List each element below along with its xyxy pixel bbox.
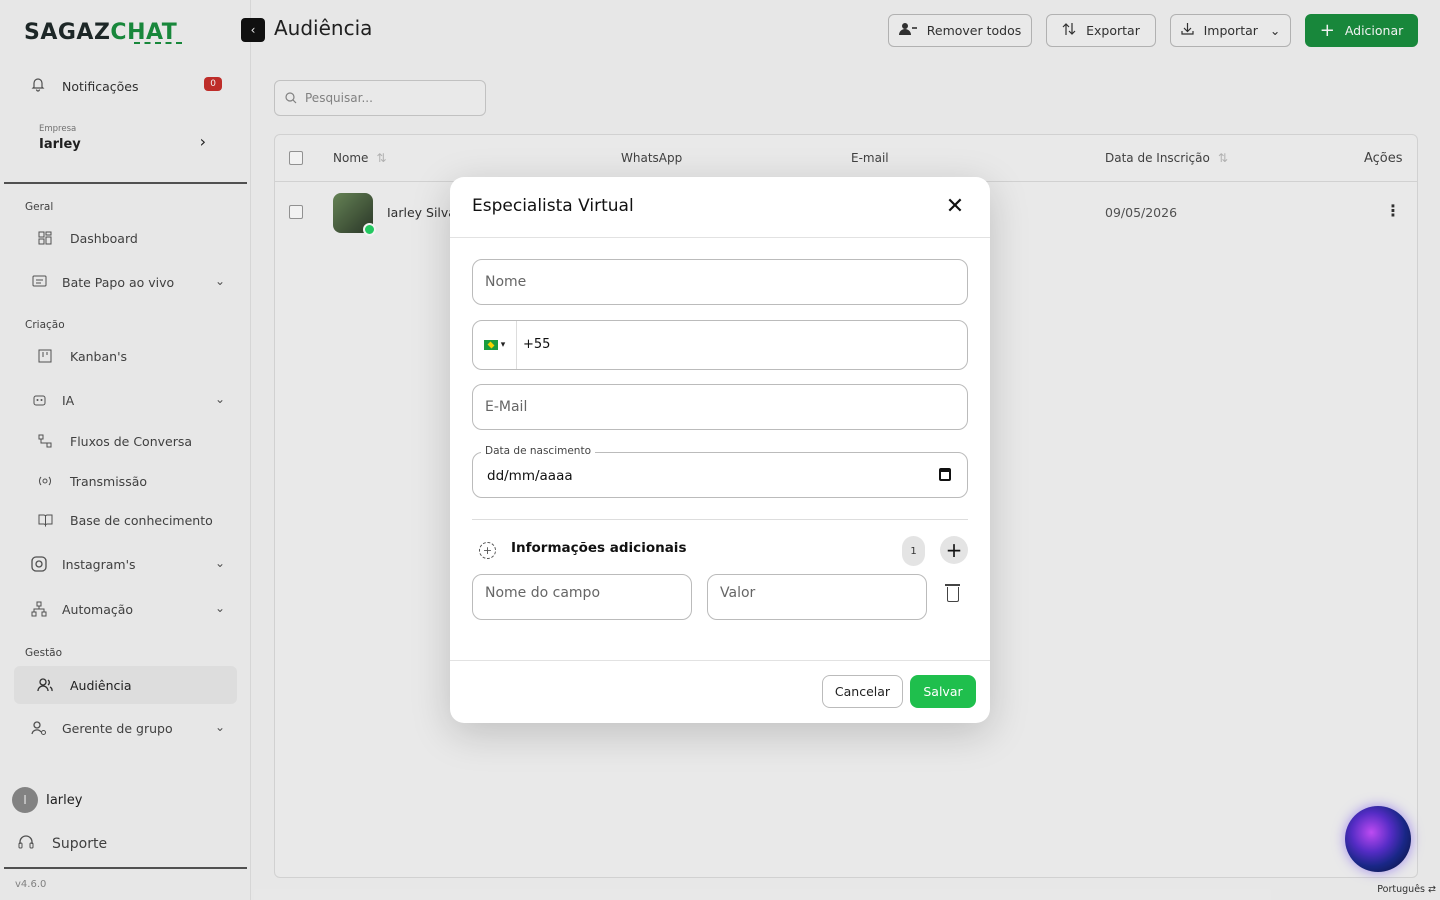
custom-field-value-input[interactable]: Valor xyxy=(707,574,927,620)
custom-field-value-placeholder: Valor xyxy=(720,585,756,601)
modal-header: Especialista Virtual ✕ xyxy=(450,177,990,238)
calendar-icon[interactable] xyxy=(939,468,951,481)
save-button[interactable]: Salvar xyxy=(910,675,976,708)
additional-info-count: 1 xyxy=(902,536,925,566)
brazil-flag-icon xyxy=(483,340,498,350)
caret-down-icon: ▾ xyxy=(500,340,506,350)
modal-divider xyxy=(472,519,968,520)
add-info-icon: + xyxy=(479,542,496,559)
modal-title: Especialista Virtual xyxy=(472,196,634,216)
modal-footer-divider xyxy=(450,660,990,661)
email-placeholder: E-Mail xyxy=(485,399,528,415)
name-field[interactable]: Nome xyxy=(472,259,968,305)
name-placeholder: Nome xyxy=(485,274,527,290)
birthdate-value: dd/mm/aaaa xyxy=(487,468,573,484)
cancel-button[interactable]: Cancelar xyxy=(822,675,903,708)
phone-field[interactable]: ▾ +55 xyxy=(472,320,968,370)
email-field[interactable]: E-Mail xyxy=(472,384,968,430)
contact-modal: Especialista Virtual ✕ Nome ▾ +55 E-Mail… xyxy=(450,177,990,723)
add-field-button[interactable]: + xyxy=(940,536,968,564)
birthdate-field[interactable]: Data de nascimento dd/mm/aaaa xyxy=(472,445,968,498)
trash-icon[interactable] xyxy=(945,584,960,602)
phone-value: +55 xyxy=(523,337,551,352)
custom-field-name-input[interactable]: Nome do campo xyxy=(472,574,692,620)
country-selector[interactable]: ▾ xyxy=(473,321,517,369)
birthdate-label: Data de nascimento xyxy=(481,445,596,457)
close-icon[interactable]: ✕ xyxy=(942,193,968,219)
custom-field-name-placeholder: Nome do campo xyxy=(485,585,601,601)
additional-info-title: Informações adicionais xyxy=(511,540,687,556)
